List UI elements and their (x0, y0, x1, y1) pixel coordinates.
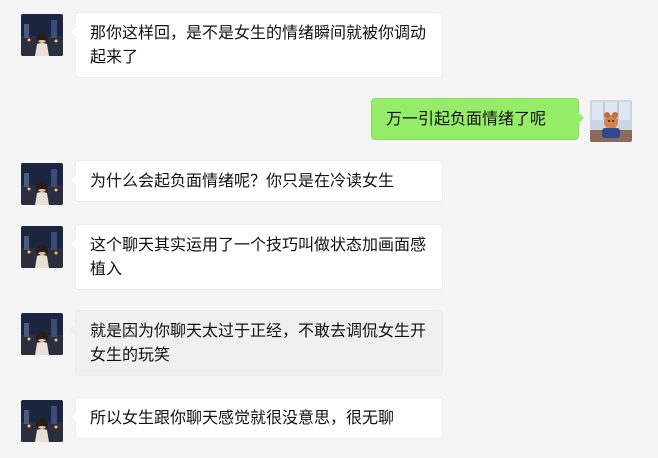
message-bubble[interactable]: 就是因为你聊天太过于正经，不敢去调侃女生开女生的玩笑 (70, 310, 443, 376)
message-text: 那你这样回，是不是女生的情绪瞬间就被你调动起来了 (90, 23, 427, 66)
message-text: 就是因为你聊天太过于正经，不敢去调侃女生开女生的玩笑 (90, 321, 427, 364)
message-bubble[interactable]: 万一引起负面情绪了呢 (371, 98, 584, 140)
message-bubble[interactable]: 那你这样回，是不是女生的情绪瞬间就被你调动起来了 (70, 12, 443, 78)
message-text: 这个聊天其实运用了一个技巧叫做状态加画面感植入 (90, 235, 427, 278)
contact-avatar[interactable] (21, 14, 63, 56)
message-bubble[interactable]: 为什么会起负面情绪呢？你只是在冷读女生 (70, 160, 443, 202)
contact-avatar[interactable] (21, 163, 63, 205)
user-avatar[interactable] (590, 100, 632, 142)
contact-avatar[interactable] (21, 400, 63, 442)
contact-avatar[interactable] (21, 226, 63, 268)
chat-window: 那你这样回，是不是女生的情绪瞬间就被你调动起来了 万一引起负面情绪了呢 为什么会… (0, 0, 658, 458)
message-text: 万一引起负面情绪了呢 (386, 109, 547, 128)
message-text: 为什么会起负面情绪呢？你只是在冷读女生 (90, 171, 395, 190)
message-text: 所以女生跟你聊天感觉就很没意思，很无聊 (90, 408, 395, 427)
message-bubble[interactable]: 所以女生跟你聊天感觉就很没意思，很无聊 (70, 397, 443, 439)
contact-avatar[interactable] (21, 313, 63, 355)
message-bubble[interactable]: 这个聊天其实运用了一个技巧叫做状态加画面感植入 (70, 224, 443, 290)
